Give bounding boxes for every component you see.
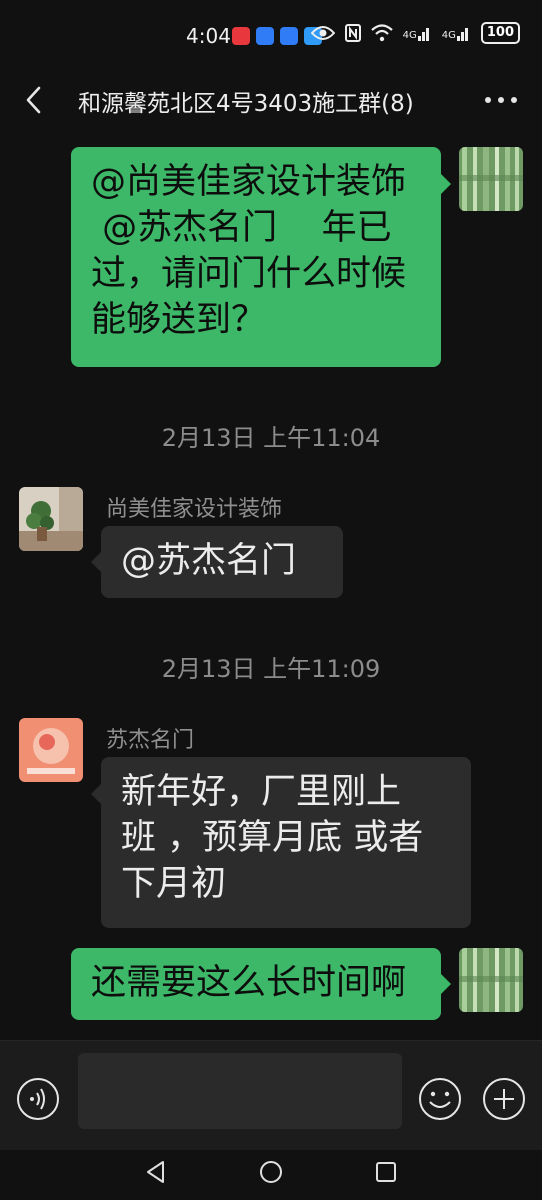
status-bar: 4:04 4G 4G 100: [0, 0, 542, 72]
nav-home-icon[interactable]: [258, 1159, 284, 1185]
nav-back-icon[interactable]: [143, 1159, 169, 1185]
status-time: 4:04: [186, 24, 231, 48]
bubble-tail: [91, 784, 101, 804]
back-arrow-icon[interactable]: [20, 84, 48, 116]
message-line: @苏杰名门: [121, 541, 297, 581]
chat-title: 和源馨苑北区4号3403施工群(8): [78, 91, 414, 117]
message-line: 能够送到？: [91, 300, 267, 340]
message-line: @苏杰名门 年已: [91, 208, 392, 248]
notification-app-icon: [280, 27, 298, 45]
my-avatar[interactable]: [459, 948, 523, 1012]
signal-icon: 4G: [403, 25, 432, 41]
emoji-icon[interactable]: [418, 1077, 462, 1121]
eye-icon: [310, 26, 335, 40]
message-line: 过，请问门什么时候: [91, 254, 407, 294]
timestamp: 2月13日 上午11:09: [161, 655, 381, 683]
more-options-icon[interactable]: [482, 84, 520, 116]
message-line: 班 ，预算月底 或者: [121, 818, 424, 858]
nfc-icon: [344, 24, 361, 42]
message-input[interactable]: [78, 1053, 402, 1129]
add-attachment-icon[interactable]: [482, 1077, 526, 1121]
signal-icon: 4G: [442, 25, 471, 41]
message-line: @尚美佳家设计装饰: [91, 162, 407, 202]
message-line: 下月初: [121, 864, 227, 904]
chat-header: 和源馨苑北区4号3403施工群(8): [0, 72, 542, 128]
bubble-tail: [441, 974, 451, 994]
notification-app-icon: [232, 27, 250, 45]
network-type: 4G: [402, 30, 417, 41]
system-nav-bar: [0, 1150, 542, 1200]
message-line: 还需要这么长时间啊: [91, 963, 407, 1003]
network-type: 4G: [441, 30, 456, 41]
wifi-icon: [370, 24, 393, 42]
sender-avatar[interactable]: [19, 487, 83, 551]
nav-recents-icon[interactable]: [373, 1159, 399, 1185]
sender-avatar[interactable]: [19, 718, 83, 782]
bubble-tail: [441, 174, 451, 194]
sent-message-bubble[interactable]: 还需要这么长时间啊: [71, 948, 441, 1020]
notification-app-icon: [256, 27, 274, 45]
message-line: 新年好，厂里刚上: [121, 772, 402, 812]
bubble-tail: [91, 552, 101, 572]
sent-message-bubble[interactable]: @尚美佳家设计装饰 @苏杰名门 年已 过，请问门什么时候 能够送到？: [71, 147, 441, 367]
my-avatar[interactable]: [459, 147, 523, 211]
received-message-bubble[interactable]: 新年好，厂里刚上 班 ，预算月底 或者 下月初: [101, 757, 471, 928]
received-message-bubble[interactable]: @苏杰名门: [101, 526, 343, 598]
timestamp: 2月13日 上午11:04: [161, 424, 381, 452]
sender-name: 苏杰名门: [106, 728, 195, 753]
voice-input-icon[interactable]: [16, 1077, 60, 1121]
sender-name: 尚美佳家设计装饰: [106, 497, 283, 522]
battery-icon: 100: [480, 22, 520, 44]
